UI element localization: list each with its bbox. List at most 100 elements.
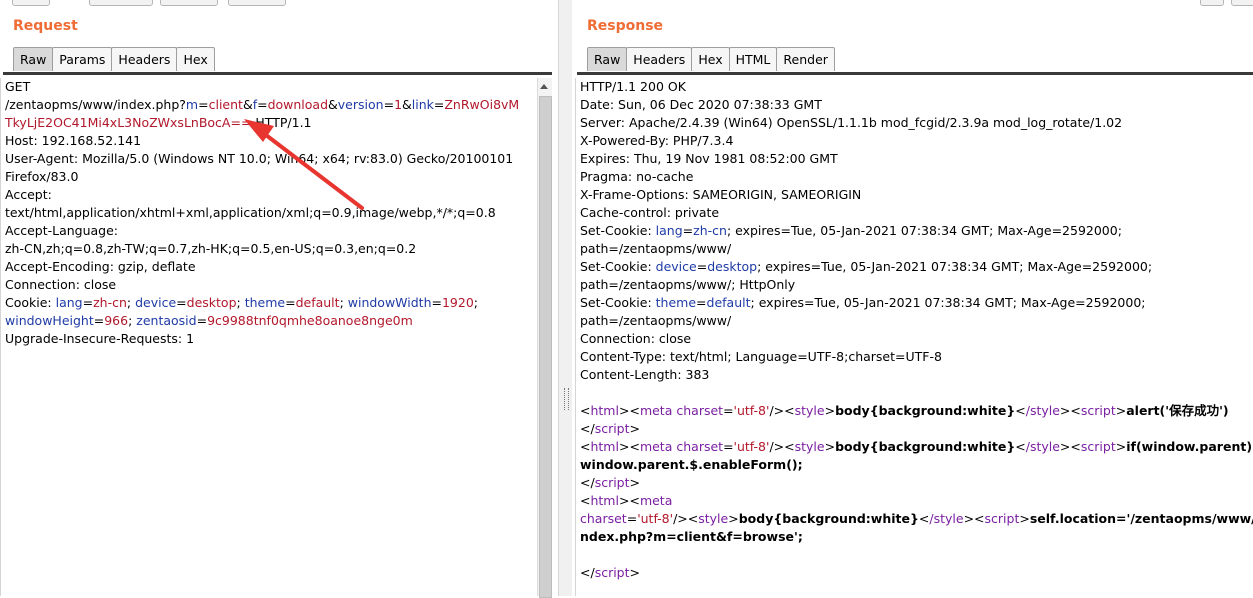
response-body-line: charset='utf-8'/><style>body{background:…	[576, 510, 1253, 528]
response-line: Set-Cookie: theme=default; expires=Tue, …	[580, 295, 1146, 310]
request-tab-headers[interactable]: Headers	[111, 47, 178, 71]
request-line: /zentaopms/www/index.php?m=client&f=down…	[5, 97, 520, 112]
html-bracket: >	[618, 439, 630, 454]
request-path: /zentaopms/www/index.php?	[5, 97, 186, 112]
response-body-line: </script>	[576, 420, 1253, 438]
param-name: f	[252, 97, 258, 112]
request-line: GET	[5, 79, 31, 94]
toolbar-button[interactable]	[89, 0, 153, 6]
toolbar-button[interactable]	[1200, 0, 1224, 6]
param-value: 1	[394, 97, 403, 112]
html-attr: charset	[580, 511, 627, 526]
request-scrollbar[interactable]	[537, 78, 552, 598]
html-tag: /style	[1025, 439, 1060, 454]
request-line: Connection: close	[5, 277, 117, 292]
html-bracket: />	[769, 403, 785, 418]
cookie-value: zh-cn	[93, 295, 127, 310]
response-line: path=/zentaopms/www/	[580, 241, 732, 256]
html-bracket: >	[629, 421, 641, 436]
html-tag: style	[794, 403, 825, 418]
html-attr-value: 'utf-8'	[733, 439, 770, 454]
response-title: Response	[587, 18, 664, 34]
cookie-value: default	[706, 295, 751, 310]
response-line: path=/zentaopms/www/	[580, 313, 732, 328]
toolbar-button[interactable]	[1231, 0, 1253, 6]
response-tab-raw[interactable]: Raw	[587, 47, 628, 71]
splitter-grip-icon[interactable]	[564, 388, 569, 410]
param-value: ZnRwOi8vM	[444, 97, 520, 112]
toolbar-button[interactable]	[228, 0, 286, 6]
request-line: Host: 192.168.52.141	[5, 133, 142, 148]
scroll-up-icon[interactable]	[540, 84, 548, 89]
html-attr: charset	[676, 403, 724, 418]
html-bracket: />	[673, 511, 688, 526]
cookie-name: device	[135, 295, 177, 310]
response-line: Server: Apache/2.4.39 (Win64) OpenSSL/1.…	[580, 115, 1123, 130]
response-blank-line	[576, 546, 1253, 564]
request-scroll-thumb[interactable]	[539, 96, 552, 598]
request-editor[interactable]: GET /zentaopms/www/index.php?m=client&f=…	[0, 78, 538, 596]
html-tag: /style	[929, 511, 964, 526]
cookie-name: theme	[244, 295, 286, 310]
html-bracket: <	[1015, 439, 1026, 454]
js-text: alert('保存成功')	[1126, 403, 1229, 418]
response-editor[interactable]: HTTP/1.1 200 OK Date: Sun, 06 Dec 2020 0…	[575, 78, 1253, 596]
param-value: download	[267, 97, 329, 112]
request-line: User-Agent: Mozilla/5.0 (Windows NT 10.0…	[5, 151, 514, 166]
request-line: Accept:	[5, 187, 52, 202]
html-bracket: </	[580, 421, 595, 436]
request-title: Request	[13, 18, 78, 34]
response-tab-render[interactable]: Render	[776, 47, 835, 71]
cookie-value: zh-cn	[693, 223, 727, 238]
cookie-name: windowHeight	[5, 313, 94, 328]
param-name: link	[411, 97, 434, 112]
request-tab-hex[interactable]: Hex	[176, 47, 215, 71]
cookie-name: theme	[655, 295, 697, 310]
html-bracket: >	[629, 565, 641, 580]
cookie-value: default	[295, 295, 340, 310]
html-bracket: <	[580, 439, 591, 454]
html-bracket: >	[1059, 439, 1071, 454]
html-tag: meta	[639, 439, 673, 454]
cookie-name: windowWidth	[347, 295, 432, 310]
toolbar-button[interactable]	[12, 0, 50, 6]
html-bracket: >	[824, 439, 836, 454]
html-bracket: >	[1115, 439, 1127, 454]
html-attr-value: 'utf-8'	[637, 511, 674, 526]
html-tag: meta	[639, 493, 673, 508]
response-tab-headers[interactable]: Headers	[626, 47, 693, 71]
html-bracket: >	[618, 493, 630, 508]
request-line: Accept-Language:	[5, 223, 119, 238]
toolbar-button[interactable]	[160, 0, 218, 6]
response-line: X-Frame-Options: SAMEORIGIN, SAMEORIGIN	[580, 187, 862, 202]
response-tab-html[interactable]: HTML	[728, 47, 778, 71]
html-bracket: >	[618, 403, 630, 418]
request-line: Cookie: lang=zh-cn; device=desktop; them…	[5, 295, 479, 310]
cookie-name: lang	[655, 223, 683, 238]
html-attr-value: 'utf-8'	[733, 403, 770, 418]
html-bracket: <	[580, 403, 591, 418]
html-tag: script	[1080, 439, 1116, 454]
param-name: version	[337, 97, 384, 112]
html-tag: style	[794, 439, 825, 454]
cookie-attrs: ; expires=Tue, 05-Jan-2021 07:38:34 GMT;…	[726, 223, 1122, 238]
response-body-line: </script>	[576, 474, 1253, 492]
cookie-name: zentaosid	[136, 313, 197, 328]
js-text: if(window.parent)	[1126, 439, 1253, 454]
header-label: Set-Cookie:	[580, 259, 656, 274]
html-tag: meta	[639, 403, 673, 418]
response-line: Set-Cookie: lang=zh-cn; expires=Tue, 05-…	[580, 223, 1122, 238]
response-line: Connection: close	[580, 331, 692, 346]
response-tab-hex[interactable]: Hex	[691, 47, 730, 71]
request-line: windowHeight=966; zentaosid=9c9988tnf0qm…	[5, 313, 413, 328]
request-line: zh-CN,zh;q=0.8,zh-TW;q=0.7,zh-HK;q=0.5,e…	[5, 241, 417, 256]
html-bracket: </	[580, 565, 595, 580]
html-bracket: </	[580, 475, 595, 490]
request-tab-params[interactable]: Params	[52, 47, 113, 71]
response-line: HTTP/1.1 200 OK	[580, 79, 686, 94]
response-body-line: <html><meta	[576, 492, 1253, 510]
html-tag: script	[594, 565, 630, 580]
request-tab-raw[interactable]: Raw	[13, 47, 54, 71]
html-bracket: <	[1070, 403, 1081, 418]
cookie-value: desktop	[707, 259, 758, 274]
